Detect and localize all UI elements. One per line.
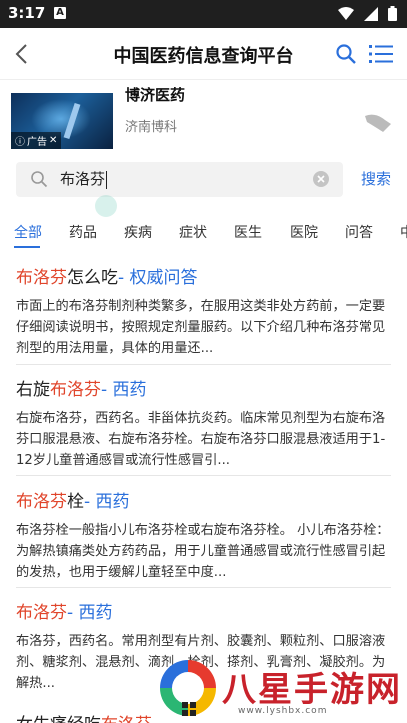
result-snippet: 布洛芬栓一般指小儿布洛芬栓或右旋布洛芬栓。 小儿布洛芬栓：为解热镇痛类处方药药品… xyxy=(16,523,390,580)
search-button[interactable]: 搜索 xyxy=(361,168,391,189)
result-title-highlight: 布洛芬 xyxy=(16,603,67,623)
search-input-value: 布洛芬 xyxy=(60,170,106,188)
battery-icon xyxy=(388,6,397,21)
result-title-highlight: 布洛芬 xyxy=(101,715,152,723)
result-title-highlight: 布洛芬 xyxy=(16,492,67,512)
active-tab-indicator xyxy=(14,246,40,248)
ad-subtitle: 济南博科 xyxy=(125,120,178,135)
clear-icon[interactable] xyxy=(313,171,329,187)
ad-banner[interactable]: ⓘ 广告 ✕ 博济医药 济南博科 xyxy=(0,80,407,150)
result-item[interactable]: 布洛芬怎么吃- 权威问答 市面上的布洛芬制剂种类繁多，在服用这类非处方药前，一定… xyxy=(16,263,391,359)
ad-image[interactable]: ⓘ 广告 ✕ xyxy=(11,93,113,149)
result-title-text: 右旋 xyxy=(16,380,50,400)
list-menu-icon[interactable] xyxy=(369,43,393,65)
nav-bar: 中国医药信息查询平台 xyxy=(0,28,407,80)
result-title[interactable]: 布洛芬- 西药 xyxy=(16,598,391,623)
tab-diseases[interactable]: 疾病 xyxy=(124,222,152,242)
result-snippet: 右旋布洛芬，西药名。非甾体抗炎药。临床常见剂型为右旋布洛芬口服混悬液、右旋布洛芬… xyxy=(16,411,386,468)
tab-symptoms[interactable]: 症状 xyxy=(179,222,207,242)
grid-icon xyxy=(182,702,196,716)
ad-arrow-icon[interactable] xyxy=(363,110,393,136)
result-title[interactable]: 布洛芬栓- 西药 xyxy=(16,487,391,512)
tab-hospitals[interactable]: 医院 xyxy=(290,222,318,242)
result-title-tag: - 西药 xyxy=(67,603,113,623)
result-item[interactable]: 右旋布洛芬- 西药 右旋布洛芬，西药名。非甾体抗炎药。临床常见剂型为右旋布洛芬口… xyxy=(16,375,391,471)
search-icon xyxy=(31,171,48,188)
ad-label: 广告 xyxy=(27,137,47,148)
tab-qa[interactable]: 问答 xyxy=(345,222,373,242)
wifi-icon xyxy=(338,6,354,20)
divider xyxy=(16,475,391,476)
info-icon: ⓘ xyxy=(15,137,25,148)
result-title-highlight: 布洛芬 xyxy=(16,268,67,288)
result-item[interactable]: 布洛芬栓- 西药 布洛芬栓一般指小儿布洛芬栓或右旋布洛芬栓。 小儿布洛芬栓：为解… xyxy=(16,487,391,583)
search-icon[interactable] xyxy=(335,43,357,65)
cell-signal-icon xyxy=(364,6,378,21)
result-title[interactable]: 布洛芬怎么吃- 权威问答 xyxy=(16,263,391,288)
tab-more[interactable]: 中 xyxy=(400,222,407,242)
result-title-text: 栓 xyxy=(67,492,84,512)
divider xyxy=(16,587,391,588)
result-title-text: 女生痛经吃 xyxy=(16,715,101,723)
result-title-text: 怎么吃 xyxy=(67,268,118,288)
result-title-tag: - 西药 xyxy=(84,492,130,512)
result-title-highlight: 布洛芬 xyxy=(50,380,101,400)
touch-indicator xyxy=(95,195,117,217)
result-title-tag: - 西药 xyxy=(101,380,147,400)
tab-all[interactable]: 全部 xyxy=(14,222,42,242)
page-title: 中国医药信息查询平台 xyxy=(113,46,294,67)
status-time: 3:17 xyxy=(8,4,46,22)
notification-a-icon: A xyxy=(54,7,66,19)
category-tabs: 全部 药品 疾病 症状 医生 医院 问答 中 xyxy=(0,218,407,248)
text-caret xyxy=(106,170,108,189)
divider xyxy=(16,364,391,365)
back-arrow-icon[interactable] xyxy=(10,41,36,67)
ad-badge: ⓘ 广告 ✕ xyxy=(11,132,62,149)
watermark-text: 八星手游网 xyxy=(222,670,402,710)
tab-drugs[interactable]: 药品 xyxy=(69,222,97,242)
result-title[interactable]: 右旋布洛芬- 西药 xyxy=(16,375,391,400)
tab-doctors[interactable]: 医生 xyxy=(234,222,262,242)
search-row: 布洛芬 搜索 xyxy=(0,162,407,198)
result-snippet: 市面上的布洛芬制剂种类繁多，在服用这类非处方药前，一定要仔细阅读说明书，按照规定… xyxy=(16,299,386,356)
result-title-tag: - 权威问答 xyxy=(118,268,198,288)
status-bar: 3:17 A xyxy=(0,0,407,28)
close-icon[interactable]: ✕ xyxy=(49,135,57,146)
status-icons xyxy=(338,6,397,21)
ad-title[interactable]: 博济医药 xyxy=(125,84,185,105)
search-input[interactable]: 布洛芬 xyxy=(16,162,343,197)
watermark-url: www.lyshbx.com xyxy=(238,706,328,716)
